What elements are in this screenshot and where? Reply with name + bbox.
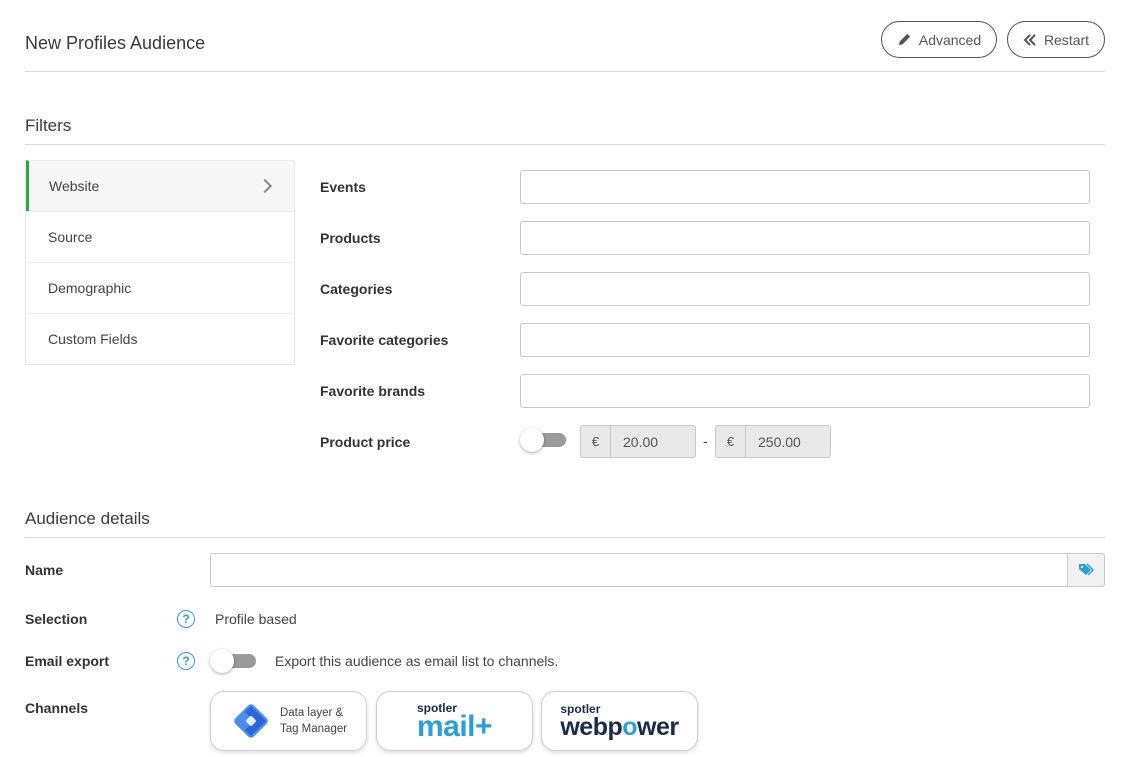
sidebar-item-website[interactable]: Website — [26, 160, 294, 211]
filter-sidebar: Website Source Demographic Custom Fields — [25, 160, 295, 365]
favorite-categories-label: Favorite categories — [320, 332, 449, 348]
price-min-field[interactable]: € 20.00 — [580, 425, 696, 458]
product-price-toggle[interactable] — [520, 428, 566, 452]
chevron-right-icon — [257, 178, 273, 194]
sidebar-item-label: Custom Fields — [48, 331, 138, 347]
euro-icon: € — [716, 426, 746, 457]
email-export-text: Export this audience as email list to ch… — [275, 653, 559, 669]
tag-manager-text: Data layer & Tag Manager — [280, 705, 347, 737]
favorite-brands-row: Favorite brands — [320, 374, 1090, 408]
name-input[interactable] — [210, 553, 1068, 587]
channel-spotler-webpower[interactable]: spotler webpower — [541, 691, 698, 751]
wp-word-part-a: webp — [560, 712, 623, 741]
events-label: Events — [320, 179, 366, 195]
tag-manager-line1: Data layer & — [279, 707, 344, 719]
events-input[interactable] — [520, 170, 1090, 204]
page-header: New Profiles Audience Advanced Restart — [25, 20, 1105, 72]
tag-manager-line2: Tag Manager — [279, 723, 348, 735]
email-export-label: Email export — [25, 653, 110, 669]
channels-label: Channels — [25, 700, 89, 716]
wp-word-part-o: o — [622, 712, 638, 741]
pencil-icon — [898, 33, 910, 46]
sidebar-item-source[interactable]: Source — [26, 211, 294, 262]
toggle-knob — [210, 649, 234, 673]
categories-input[interactable] — [520, 272, 1090, 306]
tag-manager-logo-icon — [234, 704, 268, 738]
price-min-value: 20.00 — [623, 433, 659, 450]
help-icon[interactable]: ? — [177, 610, 195, 628]
selection-label: Selection — [25, 611, 88, 627]
favorite-brands-input[interactable] — [520, 374, 1090, 408]
sidebar-item-custom-fields[interactable]: Custom Fields — [26, 313, 294, 364]
sidebar-item-label: Website — [49, 178, 100, 194]
filters-section-title: Filters — [25, 116, 1105, 145]
email-export-toggle[interactable] — [210, 649, 256, 673]
tag-button[interactable] — [1067, 553, 1105, 587]
favorite-brands-label: Favorite brands — [320, 383, 426, 399]
advanced-button-label: Advanced — [918, 31, 982, 48]
channel-spotler-mailplus[interactable]: spotler mail+ — [376, 691, 533, 751]
product-price-row: Product price € 20.00 - € 250.00 — [320, 425, 1090, 459]
price-max-field[interactable]: € 250.00 — [715, 425, 831, 458]
euro-icon: € — [581, 426, 611, 457]
spotler-mailplus-logo: spotler mail+ — [416, 702, 493, 743]
sidebar-item-label: Source — [48, 229, 93, 245]
price-max-value: 250.00 — [758, 433, 801, 450]
restart-button-label: Restart — [1043, 31, 1090, 48]
wp-word-part-b: wer — [637, 712, 679, 741]
price-separator: - — [703, 433, 708, 449]
favorite-categories-row: Favorite categories — [320, 323, 1090, 357]
events-row: Events — [320, 170, 1090, 204]
audience-details-title: Audience details — [25, 509, 1105, 538]
double-chevron-left-icon — [1023, 33, 1036, 46]
help-icon[interactable]: ? — [177, 652, 195, 670]
products-label: Products — [320, 230, 381, 246]
selection-value: Profile based — [215, 611, 297, 627]
spotler-webpower-logo: spotler webpower — [560, 703, 679, 741]
name-label: Name — [25, 562, 64, 578]
product-price-label: Product price — [320, 434, 411, 450]
advanced-button[interactable]: Advanced — [881, 21, 997, 58]
sidebar-item-demographic[interactable]: Demographic — [26, 262, 294, 313]
categories-label: Categories — [320, 281, 393, 297]
restart-button[interactable]: Restart — [1007, 21, 1105, 58]
favorite-categories-input[interactable] — [520, 323, 1090, 357]
toggle-knob — [520, 428, 544, 452]
sidebar-item-label: Demographic — [48, 280, 132, 296]
categories-row: Categories — [320, 272, 1090, 306]
products-row: Products — [320, 221, 1090, 255]
mail-word-text: mail+ — [416, 709, 493, 743]
products-input[interactable] — [520, 221, 1090, 255]
page-title: New Profiles Audience — [25, 33, 206, 53]
tag-icon — [1079, 563, 1094, 576]
channel-tag-manager[interactable]: Data layer & Tag Manager — [210, 691, 367, 751]
wp-word-text: webpower — [560, 712, 679, 741]
